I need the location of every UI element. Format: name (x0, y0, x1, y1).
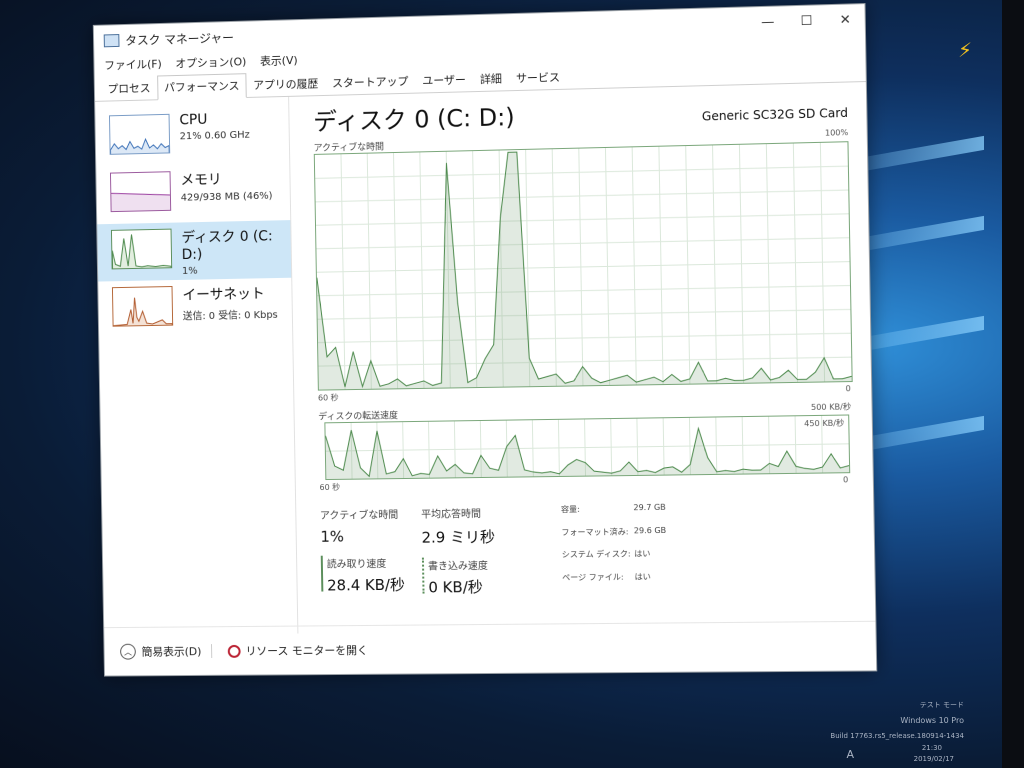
watermark-line: テスト モード (920, 700, 964, 710)
disk-properties: 容量: 29.7 GB フォーマット済み: 29.6 GB システム ディスク:… (561, 502, 696, 592)
page-file-value: はい (635, 570, 696, 591)
grid-line (315, 166, 848, 178)
active-time-time-label: 60 秒 (318, 392, 339, 403)
task-manager-window: タスク マネージャー — ☐ ✕ ファイル(F) オプション(O) 表示(V) … (93, 3, 877, 677)
series-area (325, 423, 849, 479)
transfer-rate-left-max: 500 KB/秒 (811, 401, 851, 415)
sidebar-item-cpu[interactable]: CPU 21% 0.60 GHz (95, 105, 289, 167)
menu-options[interactable]: オプション(O) (175, 53, 246, 71)
formatted-value: 29.6 GB (634, 525, 695, 546)
grid-line (318, 333, 851, 342)
window-title: タスク マネージャー (125, 28, 234, 48)
capacity-value: 29.7 GB (633, 502, 694, 523)
sidebar-sub-ethernet: 送信: 0 受信: 0 Kbps (183, 306, 278, 323)
tab-processes[interactable]: プロセス (101, 76, 158, 101)
menu-file[interactable]: ファイル(F) (104, 56, 162, 73)
task-manager-icon (104, 34, 120, 47)
sidebar-title-ethernet: イーサネット (182, 283, 277, 305)
disk-title: ディスク 0 (C: D:) (313, 97, 515, 137)
active-time-stat-value: 1% (320, 527, 406, 546)
grid-line (317, 286, 850, 296)
read-speed-label: 読み取り速度 (327, 555, 407, 571)
grid-line (316, 190, 849, 202)
tab-performance[interactable]: パフォーマンス (157, 73, 246, 100)
sidebar-item-ethernet[interactable]: イーサネット 送信: 0 受信: 0 Kbps (98, 278, 292, 339)
grid-line (317, 262, 850, 273)
grid-line (318, 357, 851, 366)
sidebar-item-memory[interactable]: メモリ 429/938 MB (46%) (96, 162, 290, 224)
ime-indicator[interactable]: A (846, 748, 854, 761)
tab-startup[interactable]: スタートアップ (325, 69, 416, 95)
grid-line (316, 214, 849, 225)
chevron-up-icon[interactable]: ︿ (120, 644, 136, 660)
sidebar-title-memory: メモリ (180, 168, 272, 190)
monitor-bezel (1002, 0, 1024, 768)
disk-detail-panel: ディスク 0 (C: D:) Generic SC32G SD Card アクテ… (289, 82, 875, 633)
fewer-details-link[interactable]: 簡易表示(D) (142, 643, 202, 659)
cpu-thumbnail-graph (109, 114, 170, 155)
watermark-line: Build 17763.rs5_release.180914-1434 (830, 732, 964, 740)
maximize-button[interactable]: ☐ (787, 7, 826, 34)
grid-line (318, 309, 851, 319)
tab-services[interactable]: サービス (509, 65, 568, 91)
grid-line (316, 238, 849, 249)
write-speed-label: 書き込み速度 (428, 556, 532, 572)
active-time-chart (314, 141, 853, 390)
disk-thumbnail-graph (111, 229, 172, 270)
avg-response-value: 2.9 ミリ秒 (421, 525, 531, 547)
disk-stats: アクティブな時間 1% 読み取り速度 28.4 KB/秒 平均応答時間 2.9 … (320, 500, 856, 594)
watermark-line: Windows 10 Pro (900, 716, 964, 725)
transfer-rate-right-max: 450 KB/秒 (804, 418, 844, 430)
footer-bar: ︿ 簡易表示(D) リソース モニターを開く (104, 621, 876, 676)
resource-monitor-link[interactable]: リソース モニターを開く (245, 642, 368, 659)
transfer-rate-min-label: 0 (843, 475, 848, 486)
system-disk-label: システム ディスク: (562, 548, 635, 569)
sidebar-sub-cpu: 21% 0.60 GHz (180, 130, 250, 143)
active-time-chart-svg (315, 142, 852, 389)
transfer-rate-time-label: 60 秒 (319, 482, 340, 493)
transfer-rate-chart-label: ディスクの転送速度 (318, 408, 398, 422)
tab-details[interactable]: 詳細 (473, 66, 509, 91)
tab-app-history[interactable]: アプリの履歴 (246, 71, 325, 97)
performance-sidebar: CPU 21% 0.60 GHz メモリ 429/938 MB (46%) ディ… (95, 97, 298, 635)
sidebar-sub-memory: 429/938 MB (46%) (181, 191, 273, 204)
capacity-label: 容量: (561, 503, 634, 524)
clock-time[interactable]: 21:30 (922, 744, 942, 752)
lightning-icon: ⚡ (958, 38, 972, 62)
sidebar-title-cpu: CPU (179, 111, 249, 129)
minimize-button[interactable]: — (748, 8, 787, 35)
ethernet-thumbnail-graph (112, 286, 173, 327)
transfer-rate-chart-svg (325, 416, 849, 480)
page-file-label: ページ ファイル: (562, 571, 635, 592)
active-time-stat-label: アクティブな時間 (320, 506, 405, 522)
system-disk-value: はい (634, 548, 695, 569)
active-time-min-label: 0 (845, 384, 850, 395)
disk-device-name: Generic SC32G SD Card (702, 106, 848, 124)
memory-thumbnail-graph (110, 171, 171, 212)
formatted-label: フォーマット済み: (561, 526, 634, 547)
sidebar-sub-disk: 1% (182, 264, 285, 277)
write-speed-value: 0 KB/秒 (428, 576, 532, 598)
close-button[interactable]: ✕ (826, 6, 865, 33)
menu-view[interactable]: 表示(V) (260, 52, 298, 69)
avg-response-label: 平均応答時間 (421, 504, 531, 520)
sidebar-item-disk[interactable]: ディスク 0 (C: D:) 1% (97, 220, 291, 281)
read-speed-value: 28.4 KB/秒 (327, 574, 407, 596)
transfer-rate-chart: 450 KB/秒 (324, 414, 850, 480)
active-time-max-label: 100% (825, 128, 849, 142)
resource-monitor-icon[interactable] (228, 644, 241, 657)
grid-line (326, 444, 849, 451)
tab-users[interactable]: ユーザー (415, 67, 473, 92)
clock-date[interactable]: 2019/02/17 (914, 755, 954, 763)
sidebar-title-disk: ディスク 0 (C: D:) (181, 225, 285, 263)
